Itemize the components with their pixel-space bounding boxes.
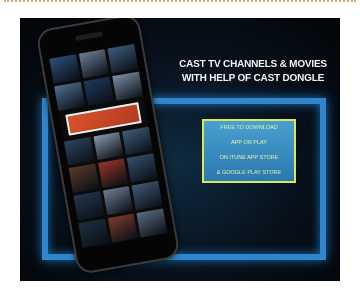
media-thumbnail bbox=[93, 131, 124, 161]
media-thumbnail bbox=[136, 208, 168, 238]
media-thumbnail bbox=[73, 191, 105, 221]
download-info-box: FREE TO DOWNLOAD APP ON PLAY ON ITUNE AP… bbox=[202, 119, 296, 183]
media-thumbnail bbox=[54, 81, 85, 111]
info-line-2: APP ON PLAY bbox=[231, 140, 267, 146]
headline-line-2: WITH HELP OF CAST DONGLE bbox=[181, 73, 325, 84]
info-line-3: ON ITUNE APP STORE bbox=[219, 155, 279, 161]
promo-banner-image: CAST TV CHANNELS & MOVIES WITH HELP OF C… bbox=[20, 18, 340, 281]
dotted-divider bbox=[4, 0, 356, 2]
headline-line-1: CAST TV CHANNELS & MOVIES bbox=[179, 59, 327, 70]
media-thumbnail bbox=[83, 76, 114, 106]
media-thumbnail bbox=[49, 54, 80, 84]
media-thumbnail bbox=[122, 126, 153, 156]
media-thumbnail bbox=[78, 49, 110, 79]
info-line-1: FREE TO DOWNLOAD bbox=[220, 125, 278, 131]
media-thumbnail bbox=[107, 43, 139, 74]
media-thumbnail bbox=[107, 213, 139, 243]
media-thumbnail bbox=[102, 186, 134, 216]
media-thumbnail bbox=[112, 71, 144, 101]
media-thumbnail bbox=[97, 158, 129, 188]
phone-speaker-notch bbox=[74, 31, 104, 42]
media-thumbnail bbox=[68, 163, 100, 194]
media-thumbnail bbox=[63, 136, 95, 166]
promo-headline: CAST TV CHANNELS & MOVIES WITH HELP OF C… bbox=[168, 58, 338, 86]
media-thumbnail bbox=[127, 153, 158, 183]
info-line-4: & GOOGLE PLAY STORE bbox=[216, 170, 282, 176]
media-thumbnail bbox=[78, 218, 109, 248]
media-thumbnail bbox=[131, 181, 163, 211]
